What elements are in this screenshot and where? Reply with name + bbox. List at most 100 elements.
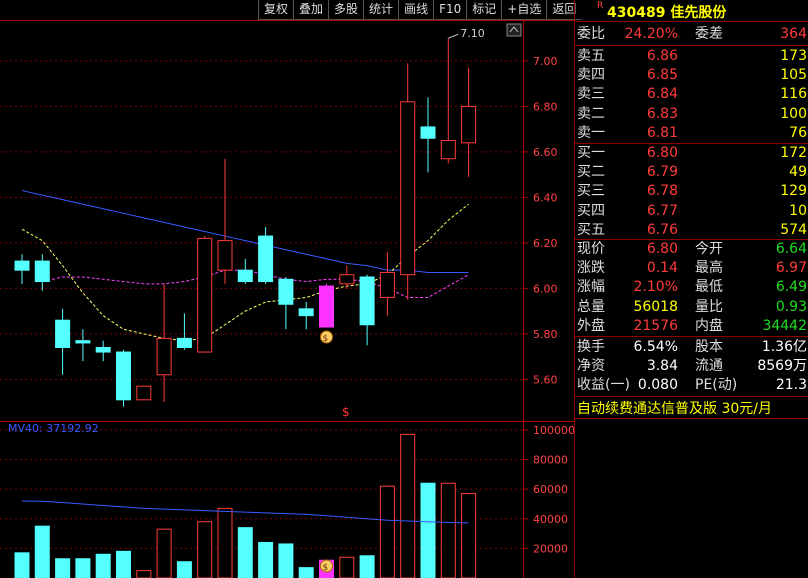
candle-body (258, 235, 274, 283)
volume-bar (237, 527, 253, 578)
candle-body (116, 351, 131, 401)
candlestick-chart[interactable]: 7.00 6.80 6.60 6.40 6.20 6.00 5.80 5.60 7.10 $ $10… (0, 0, 574, 578)
toolbar-button-3[interactable]: 统计 (363, 0, 399, 20)
volume-bar (339, 556, 355, 578)
panel-divider (575, 21, 808, 22)
r-tag: R (597, 1, 604, 11)
ask-price: 6.85 (646, 67, 678, 84)
bid-price: 6.76 (646, 221, 678, 238)
stat-value: 2.10% (633, 279, 678, 296)
volume-bar (440, 482, 456, 578)
toolbar-button-4[interactable]: 画线 (398, 0, 434, 20)
weibi-value: 24.20% (624, 26, 678, 42)
ask-volume: 100 (780, 105, 807, 122)
candle-body (440, 140, 456, 160)
candle-body (176, 337, 192, 348)
volume-tick-label: 20000 (533, 542, 568, 555)
stat-row: 涨跌 0.14 最高 6.97 (575, 259, 808, 278)
price-tick-label: 5.80 (533, 328, 558, 341)
price-tick-label: 5.60 (533, 373, 558, 386)
candle-body (339, 274, 355, 285)
stat-label: 涨跌 (577, 260, 605, 277)
bid-volume: 10 (789, 202, 807, 219)
bid-label: 买二 (577, 164, 605, 181)
ask-volume: 173 (780, 48, 807, 64)
candle-body (298, 308, 314, 317)
candle-body (400, 101, 416, 276)
toolbar-button-6[interactable]: 标记 (466, 0, 502, 20)
stat-label: 现价 (577, 241, 605, 257)
bid-label: 买四 (577, 202, 605, 219)
ask-volume: 105 (780, 67, 807, 84)
toolbar-button-7[interactable]: +自选 (501, 0, 547, 20)
volume-tick-label: 60000 (533, 483, 568, 496)
weibi-row: 委比 24.20% 委差 364 (575, 25, 808, 44)
high-pointer (448, 33, 459, 39)
candle-body (95, 346, 111, 353)
fin-label: PE(动) (695, 377, 738, 394)
volume-bar (420, 482, 436, 578)
money-bag-glyph: $ (323, 334, 329, 344)
stat-label: 最高 (695, 260, 723, 277)
volume-bar (379, 485, 395, 578)
ask-row: 卖二 6.83 100 (575, 105, 808, 124)
ask-volume: 76 (789, 124, 807, 141)
bid-volume: 129 (780, 183, 807, 200)
bid-label: 买五 (577, 221, 605, 238)
stat-label: 外盘 (577, 317, 605, 334)
stat-value: 34442 (762, 317, 807, 334)
candle-body (34, 260, 50, 283)
price-tick-label: 6.40 (533, 191, 558, 204)
ad-banner[interactable]: 自动续费通达信普及版 30元/月 (577, 398, 772, 418)
candle-body (55, 319, 71, 348)
volume-bar (461, 493, 477, 578)
price-tick-label: 6.60 (533, 146, 558, 159)
volume-bar (359, 555, 375, 578)
bid-price: 6.80 (646, 145, 678, 161)
candle-body (319, 285, 334, 328)
volume-bar (258, 541, 274, 578)
stat-label: 今开 (695, 241, 723, 257)
volume-ma-label: MV40: 37192.92 (8, 422, 99, 435)
fin-label: 净资 (577, 358, 605, 375)
toolbar-button-5[interactable]: F10 (433, 0, 467, 20)
dollar-marker: $ (342, 405, 350, 419)
bid-label: 买三 (577, 183, 605, 200)
volume-bar (197, 521, 213, 578)
toolbar-button-2[interactable]: 多股 (328, 0, 364, 20)
toolbar-button-0[interactable]: 复权 (258, 0, 294, 20)
bid-row: 买三 6.78 129 (575, 182, 808, 201)
fin-label: 收益(一) (577, 377, 630, 394)
candle-body (461, 105, 477, 144)
bid-row: 买二 6.79 49 (575, 163, 808, 182)
stat-value: 56018 (633, 298, 678, 315)
candle-body (379, 271, 395, 298)
volume-tick-label: 40000 (533, 513, 568, 526)
fin-value: 21.3 (775, 377, 807, 394)
bid-row: 买四 6.77 10 (575, 202, 808, 221)
stat-label: 涨幅 (577, 279, 605, 296)
bid-volume: 172 (780, 145, 807, 161)
ask-label: 卖五 (577, 48, 605, 64)
toolbar-button-1[interactable]: 叠加 (293, 0, 329, 20)
candle-body (75, 340, 91, 344)
volume-bar (55, 558, 71, 578)
panel-divider (575, 45, 808, 46)
ask-row: 卖三 6.84 116 (575, 85, 808, 104)
panel-divider (575, 418, 808, 419)
ask-volume: 116 (780, 86, 807, 103)
candle-body (156, 337, 172, 376)
ask-row: 卖四 6.85 105 (575, 66, 808, 85)
volume-bar (176, 561, 192, 578)
candle-body (197, 237, 213, 353)
volume-bar (34, 525, 50, 578)
candle-body (420, 126, 436, 139)
stat-label: 量比 (695, 298, 723, 315)
bid-row: 买一 6.80 172 (575, 144, 808, 163)
stat-value: 21576 (633, 317, 678, 334)
ask-label: 卖三 (577, 86, 605, 103)
stat-value: 0.14 (646, 260, 678, 277)
candle-body (237, 269, 253, 283)
bid-volume: 49 (789, 164, 807, 181)
stock-code: 430489 (607, 5, 666, 21)
